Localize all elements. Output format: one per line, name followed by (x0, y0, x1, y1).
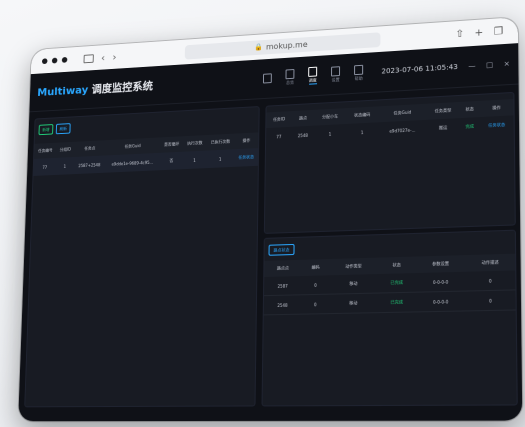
refresh-button[interactable]: 刷新 (55, 123, 71, 135)
table-cell: 1 (55, 156, 75, 175)
table-cell: 0 (465, 270, 516, 292)
col-header: 分组ID (56, 141, 75, 158)
address-text: mokup.me (265, 39, 308, 51)
lock-icon: 🔒 (254, 42, 264, 52)
maximize-button[interactable]: □ (486, 61, 493, 69)
table-cell: 0 (301, 294, 330, 315)
table-cell: e9dde1e-9689-4c95... (104, 152, 161, 173)
app-brand: Multiway (37, 83, 89, 99)
chart-icon (308, 66, 318, 77)
table-cell: 移动 (329, 293, 378, 314)
task-table: 任务编号 分组ID 任务点 任务Guid 是否循环 执行次数 已执行次数 操作 … (33, 132, 259, 176)
nav-settings[interactable]: 设置 (331, 65, 341, 83)
col-header: 动作描述 (465, 253, 516, 272)
forward-icon[interactable]: › (112, 50, 116, 62)
back-icon[interactable]: ‹ (101, 51, 105, 63)
col-header: 状态 (459, 100, 480, 119)
table-cell: 77 (33, 157, 57, 176)
datetime: 2023-07-06 11:05:43 (381, 62, 458, 76)
share-icon[interactable]: ⇧ (455, 28, 464, 40)
col-header: 操作 (234, 132, 259, 150)
table-cell: 1 (182, 150, 207, 170)
nav-help[interactable]: 帮助 (354, 64, 364, 81)
table-cell: 2548 (297, 132, 308, 138)
col-header: 任务类型 (426, 101, 460, 120)
table-cell: 移动 (329, 274, 378, 295)
close-button[interactable]: × (504, 60, 510, 68)
col-header: 路点点 (264, 259, 302, 277)
nav-overview[interactable]: 总览 (285, 68, 295, 86)
task-status-link[interactable]: 任务状态 (480, 115, 514, 135)
waypoint-status-button[interactable]: 路点状态 (268, 243, 295, 256)
col-header: 动作类型 (329, 257, 378, 276)
col-header: 是否循环 (160, 136, 184, 153)
nav-dispatch[interactable]: 调度 (308, 66, 318, 85)
col-header: 编码 (301, 259, 330, 277)
header-nav: 总览 调度 设置 帮助 (263, 64, 364, 88)
table-cell: 否 (159, 151, 184, 171)
task-detail-table: 任务ID 路点 分配小车 状态编码 任务Guid 任务类型 状态 操作 77 2… (266, 99, 514, 146)
status-badge: 已完成 (377, 292, 417, 313)
col-header: 任务ID (266, 111, 292, 129)
table-cell: 0 (465, 289, 516, 311)
add-task-button[interactable]: 新增 (38, 124, 54, 136)
task-detail-panel: 任务ID 路点 分配小车 状态编码 任务Guid 任务类型 状态 操作 77 2… (263, 91, 516, 234)
nav-grid[interactable] (263, 72, 273, 84)
minimize-button[interactable]: — (468, 62, 475, 70)
table-cell: 0-0-0-0 (416, 271, 466, 293)
status-badge: 完成 (465, 123, 475, 129)
col-header: 已执行次数 (206, 133, 235, 151)
app-title: Multiway 调度监控系统 (37, 78, 153, 100)
col-header: 状态编码 (346, 106, 379, 124)
col-header: 任务编号 (34, 142, 57, 159)
col-header: 参数设置 (416, 255, 466, 274)
status-badge: 已完成 (377, 273, 417, 294)
waypoint-table: 路点点 编码 动作类型 状态 参数设置 动作描述 2587 0 移动 已完成 0… (263, 253, 516, 316)
col-header: 任务点 (74, 140, 106, 157)
col-header: 状态 (377, 256, 417, 275)
task-status-link[interactable]: 任务状态 (234, 148, 259, 167)
task-list-panel: 新增 刷新 任务编号 分组ID 任务点 任务Guid 是否循环 执行次数 已执行… (24, 106, 260, 408)
table-cell: 1 (360, 129, 364, 135)
window-controls (41, 56, 68, 65)
close-dot[interactable] (41, 58, 48, 65)
table-cell: 0-0-0-0 (416, 291, 466, 312)
table-cell: 0 (301, 275, 330, 295)
minimize-dot[interactable] (51, 57, 58, 64)
app-title-rest: 调度监控系统 (87, 79, 154, 96)
table-cell: 2548 (263, 294, 302, 315)
maximize-dot[interactable] (61, 56, 68, 63)
tabs-icon[interactable]: ❐ (494, 26, 504, 38)
col-header: 分配小车 (314, 108, 347, 126)
browser-window: ‹ › 🔒 mokup.me ⇧ + ❐ Multiway 调度监控系统 总览 … (18, 17, 523, 422)
col-header: 路点 (291, 109, 315, 127)
table-cell: 1 (205, 149, 235, 169)
sidebar-toggle-icon[interactable] (83, 53, 94, 63)
monitor-icon (285, 68, 295, 79)
col-header: 操作 (479, 99, 514, 118)
new-tab-icon[interactable]: + (474, 27, 483, 39)
help-icon (354, 64, 364, 75)
table-cell: 1 (328, 131, 332, 137)
col-header: 执行次数 (183, 135, 207, 152)
table-cell: 77 (276, 133, 282, 139)
table-cell: 2587 (264, 276, 302, 296)
grid-icon (263, 72, 273, 84)
settings-icon (331, 65, 341, 77)
table-cell: e9d7027e-... (389, 126, 416, 134)
table-cell: 2587+2548 (73, 155, 106, 175)
waypoint-panel: 路点状态 路点点 编码 动作类型 状态 参数设置 动作描述 2587 0 移动 … (261, 229, 518, 407)
table-cell: 搬运 (438, 124, 448, 131)
